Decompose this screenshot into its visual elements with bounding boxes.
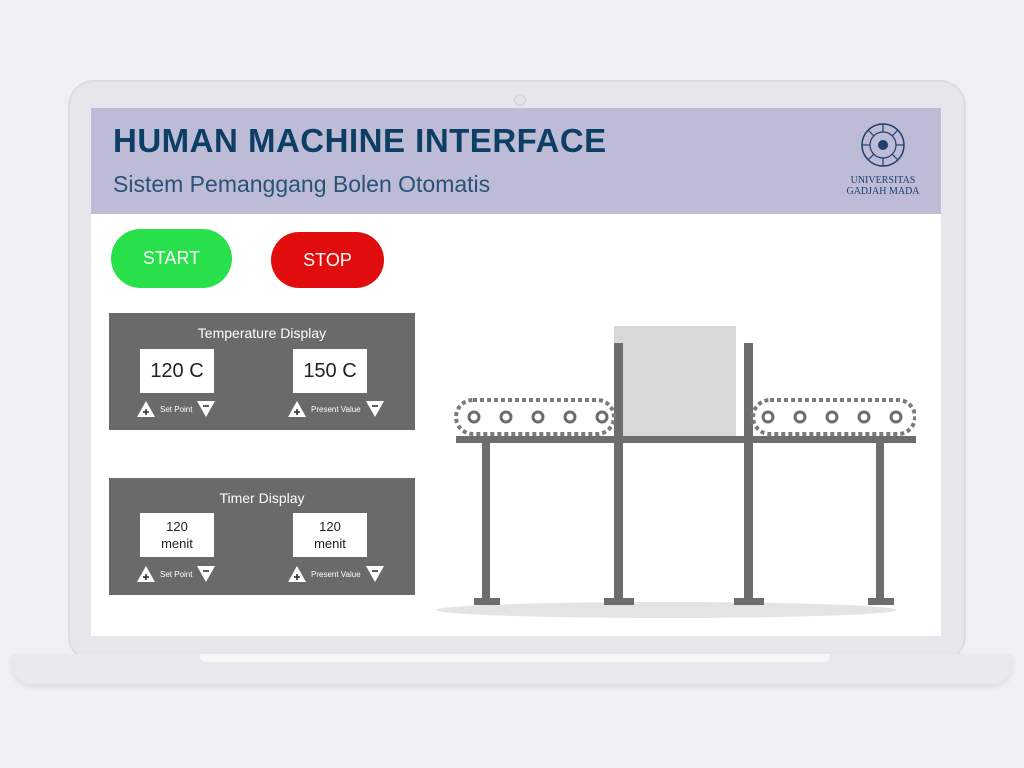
timer-panel-title: Timer Display — [219, 490, 305, 506]
logo-line-1: UNIVERSITAS — [850, 175, 916, 186]
roller — [761, 410, 775, 424]
increase-arrow-icon[interactable] — [287, 400, 307, 418]
roller — [531, 410, 545, 424]
roller — [857, 410, 871, 424]
roller — [595, 410, 609, 424]
conveyor-leg — [876, 443, 884, 598]
timer-present-value: 120 menit — [293, 513, 367, 557]
page-title: HUMAN MACHINE INTERFACE — [113, 122, 607, 159]
timer-present-value-label: Present Value — [311, 569, 361, 579]
conveyor-foot — [474, 598, 500, 605]
temperature-present-value-controls: Present Value — [287, 400, 385, 418]
hmi-screen: HUMAN MACHINE INTERFACE Sistem Pemanggan… — [91, 108, 941, 636]
timer-set-point-controls: Set Point — [136, 565, 216, 583]
increase-arrow-icon[interactable] — [136, 400, 156, 418]
roller — [499, 410, 513, 424]
increase-arrow-icon[interactable] — [136, 565, 156, 583]
ugm-logo: UNIVERSITAS GADJAH MADA — [833, 122, 933, 206]
decrease-arrow-icon[interactable] — [365, 400, 385, 418]
decrease-arrow-icon[interactable] — [196, 565, 216, 583]
camera-icon — [514, 94, 526, 106]
timer-set-point-value: 120 menit — [140, 513, 214, 557]
page-subtitle: Sistem Pemanggang Bolen Otomatis — [113, 171, 491, 197]
roller — [889, 410, 903, 424]
roller — [467, 410, 481, 424]
stop-button[interactable]: STOP — [271, 232, 384, 288]
ugm-emblem-icon — [861, 123, 905, 167]
temperature-set-point-label: Set Point — [160, 404, 193, 414]
temperature-panel-title: Temperature Display — [197, 325, 327, 341]
temperature-present-value: 150 C — [293, 349, 367, 393]
temperature-present-value-label: Present Value — [311, 404, 361, 414]
roller — [825, 410, 839, 424]
conveyor-foot — [868, 598, 894, 605]
roller — [563, 410, 577, 424]
increase-arrow-icon[interactable] — [287, 565, 307, 583]
temperature-set-point-value: 120 C — [140, 349, 214, 393]
header-bar: HUMAN MACHINE INTERFACE Sistem Pemanggan… — [91, 108, 941, 214]
conveyor-oven-illustration — [436, 326, 916, 618]
oven-frame-left — [614, 343, 623, 598]
temperature-display-panel: Temperature Display 120 C 150 C Set Poin… — [109, 313, 415, 430]
laptop-notch — [200, 654, 830, 662]
logo-text: UNIVERSITAS GADJAH MADA — [833, 175, 933, 197]
oven-frame-right — [744, 343, 753, 598]
conveyor-foot — [604, 598, 634, 605]
timer-set-point-label: Set Point — [160, 569, 193, 579]
conveyor-foot — [734, 598, 764, 605]
temperature-set-point-controls: Set Point — [136, 400, 216, 418]
logo-line-2: GADJAH MADA — [846, 186, 920, 197]
decrease-arrow-icon[interactable] — [365, 565, 385, 583]
timer-present-value-controls: Present Value — [287, 565, 385, 583]
conveyor-rail — [456, 436, 916, 443]
timer-display-panel: Timer Display 120 menit 120 menit Set Po… — [109, 478, 415, 595]
oven-box — [614, 326, 736, 438]
conveyor-leg — [482, 443, 490, 598]
floor-shadow — [436, 602, 896, 618]
roller — [793, 410, 807, 424]
start-button[interactable]: START — [111, 229, 232, 288]
decrease-arrow-icon[interactable] — [196, 400, 216, 418]
